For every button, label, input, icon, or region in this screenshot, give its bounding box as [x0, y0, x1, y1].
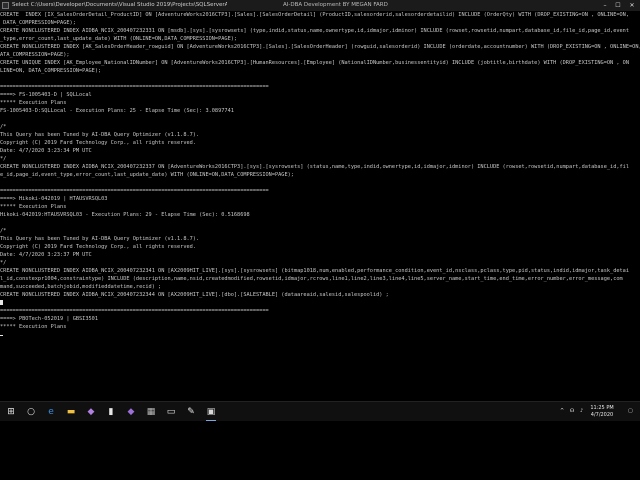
- console-line: Copyright (C) 2019 Fard Technology Corp.…: [0, 244, 196, 250]
- console-line: Hikoki-042019:HTAUSVRSQL03 - Execution P…: [0, 212, 250, 218]
- console-line: CREATE NONCLUSTERED INDEX AIDBA_NCIX_200…: [0, 164, 629, 170]
- console-line: ========================================…: [0, 188, 269, 194]
- taskbar: ⊞ ○ e ▬ ◆ ▮ ◆ ▦ ▭ ✎ ▣ ^ ☊ ♪ 11:25 PM 4/7/2020 ▢: [0, 401, 640, 422]
- console-prompt-line: [0, 332, 640, 338]
- console-line: ====> FS-1005403-D | SQLLocal: [0, 92, 92, 98]
- tools-icon[interactable]: ✎: [184, 405, 198, 419]
- document-icon[interactable]: ▮: [104, 405, 118, 419]
- console-line: ***** Execution Plans: [0, 204, 67, 210]
- console-line: /*: [0, 124, 7, 130]
- console-line: DATA_COMPRESSION=PAGE);: [0, 20, 76, 26]
- console-line: ====> Hikoki-042019 | HTAUSVRSQL03: [0, 196, 108, 202]
- console-line: LINE=ON, DATA_COMPRESSION=PAGE);: [0, 68, 102, 74]
- search-icon[interactable]: ○: [24, 405, 38, 419]
- maximize-button[interactable]: ☐: [611, 0, 625, 11]
- visual-studio-2019-icon[interactable]: ◆: [124, 405, 138, 419]
- clock-date: 4/7/2020: [590, 412, 614, 418]
- console-line: ***** Execution Plans: [0, 324, 67, 330]
- console-line: CREATE NONCLUSTERED INDEX AIDBA_NCIX_200…: [0, 268, 629, 274]
- window-caption-overlay: AI-DBA Development BY MEGAN FARD: [283, 2, 388, 8]
- console-line: ====> PBOTech-052019 | GBSI3501: [0, 316, 98, 322]
- photos-icon[interactable]: ▭: [164, 405, 178, 419]
- edge-browser-icon[interactable]: e: [44, 405, 58, 419]
- console-line: FS-1005403-D:SQLLocal - Execution Plans:…: [0, 108, 234, 114]
- console-line: CREATE NONCLUSTERED INDEX AIDBA_NCIX_200…: [0, 28, 629, 34]
- desktop-background: [0, 421, 640, 480]
- ssms-icon[interactable]: ▦: [144, 405, 158, 419]
- console-line: ***** Execution Plans: [0, 100, 67, 106]
- start-button[interactable]: ⊞: [4, 405, 18, 419]
- console-line: ATA_COMPRESSION=PAGE);: [0, 52, 70, 58]
- console-line: This Query has been Tuned by AI-DBA Quer…: [0, 132, 200, 138]
- console-line: CREATE NONCLUSTERED INDEX [AK_SalesOrder…: [0, 44, 640, 50]
- console-line: CREATE INDEX [IX_SalesOrderDetail_Produc…: [0, 12, 629, 18]
- block-cursor: [0, 300, 3, 305]
- console-line: Copyright (C) 2019 Fard Technology Corp.…: [0, 140, 196, 146]
- console-line: ========================================…: [0, 84, 269, 90]
- console-line: /*: [0, 228, 7, 234]
- console-line: This Query has been Tuned by AI-DBA Quer…: [0, 236, 200, 242]
- close-button[interactable]: ✕: [625, 0, 639, 11]
- console-line: mand,succeeded,batchjobid,modifieddateti…: [0, 284, 162, 290]
- visual-studio-icon[interactable]: ◆: [84, 405, 98, 419]
- console-line: l_id,constexpr1004,constraintype) INCLUD…: [0, 276, 623, 282]
- minimize-button[interactable]: –: [598, 0, 612, 11]
- console-app-icon: [2, 2, 9, 9]
- console-output[interactable]: CREATE INDEX [IX_SalesOrderDetail_Produc…: [0, 12, 640, 402]
- console-line: ========================================…: [0, 308, 269, 314]
- console-window-icon[interactable]: ▣: [204, 405, 218, 422]
- file-explorer-icon[interactable]: ▬: [64, 405, 78, 419]
- text-cursor: [0, 335, 3, 336]
- console-line: */: [0, 156, 7, 162]
- console-line: _type,error_count,last_update_date) WITH…: [0, 36, 238, 42]
- clock-time: 11:25 PM: [590, 405, 614, 411]
- window-title: Select C:\Users\Developer\Documents\Visu…: [12, 2, 227, 8]
- console-line: e_id,page_id,event_type,error_count,last…: [0, 172, 294, 178]
- system-clock[interactable]: 11:25 PM 4/7/2020: [582, 405, 622, 419]
- console-line: Date: 4/7/2020 3:23:37 PM UTC: [0, 252, 92, 258]
- console-line: Date: 4/7/2020 3:23:34 PM UTC: [0, 148, 92, 154]
- console-line: CREATE UNIQUE INDEX [AK_Employee_Nationa…: [0, 60, 629, 66]
- console-line: [0, 300, 640, 306]
- title-bar[interactable]: Select C:\Users\Developer\Documents\Visu…: [0, 0, 640, 11]
- console-line: CREATE NONCLUSTERED INDEX AIDBA_NCIX_200…: [0, 292, 392, 298]
- console-line: */: [0, 260, 7, 266]
